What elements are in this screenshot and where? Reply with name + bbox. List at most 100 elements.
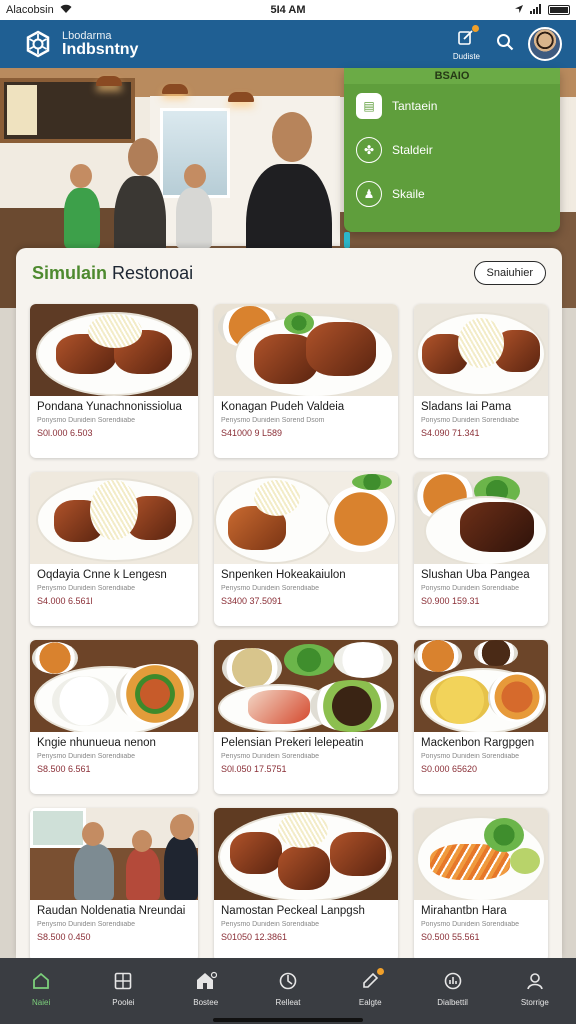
dish-price: S0.500 55.561	[421, 932, 480, 942]
nav-item-chart[interactable]: Dialbettil	[411, 958, 493, 1024]
bottom-nav: Naiei Poolei Bostee Relleat Ealgte Dialb…	[0, 958, 576, 1024]
dropdown-item-label: Skaile	[392, 187, 425, 201]
dish-price: S0l.000 6.503	[37, 428, 93, 438]
dish-card[interactable]: Namostan Peckeal Lanpgsh Penysmo Dunidei…	[214, 808, 398, 962]
dish-name: Mirahantbn Hara	[421, 905, 507, 917]
dropdown-title: BSAIO	[344, 68, 560, 84]
dish-image	[30, 640, 198, 732]
page-title: Simulain Restonoai	[32, 262, 194, 283]
scroll-indicator	[344, 232, 350, 248]
nav-label: Poolei	[112, 998, 135, 1007]
nav-item-grid[interactable]: Poolei	[82, 958, 164, 1024]
dropdown-item-label: Staldeir	[392, 143, 433, 157]
dish-card[interactable]: Konagan Pudeh Valdeia Penysmo Dunidein S…	[214, 304, 398, 458]
person-icon: ♟	[356, 181, 382, 207]
dish-card[interactable]: Mackenbon Rargpgen Ponysmo Dunidein Sore…	[414, 640, 548, 794]
dish-price: S0.000 65620	[421, 764, 478, 774]
nav-item-user[interactable]: Storrige	[494, 958, 576, 1024]
dish-name: Raudan Noldenatia Nreundai	[37, 905, 186, 917]
dish-card[interactable]: Mirahantbn Hara Ponysmo Dunidein Sorendi…	[414, 808, 548, 962]
store-icon	[195, 970, 217, 992]
dish-description: Penysmo Dunidein Sorendiiabe	[37, 753, 136, 760]
dish-price: S8.500 6.561	[37, 764, 91, 774]
nav-label: Naiei	[32, 998, 51, 1007]
brand-top: Lbodarma	[62, 29, 112, 42]
dish-price: S8.500 0.450	[37, 932, 91, 942]
target-icon	[277, 970, 299, 992]
calendar-icon: ▤	[356, 93, 382, 119]
dish-price: S41000 9 L589	[221, 428, 283, 438]
dish-card[interactable]: Kngie nhunueua nenon Penysmo Dunidein So…	[30, 640, 198, 794]
dish-card[interactable]: Pelensian Prekeri lelepeatin Penysmo Dun…	[214, 640, 398, 794]
search-icon	[496, 33, 514, 56]
menu-panel: Simulain Restonoai Snaiuhier Pondana Yun…	[16, 248, 562, 962]
dish-price: S4.000 6.561l	[37, 596, 93, 606]
dropdown-item-tantaein[interactable]: ▤ Tantaein	[344, 84, 560, 128]
dish-image	[30, 808, 198, 900]
dish-description: Penysmo Dunidein Sorendiiabe	[37, 921, 136, 928]
battery-icon	[548, 5, 570, 15]
wifi-icon	[60, 4, 72, 16]
edit-note-icon	[457, 24, 480, 51]
dish-description: Ponysmo Dunidein Sorendiiabe	[421, 753, 520, 760]
signal-icon	[530, 3, 542, 17]
location-icon	[514, 4, 524, 17]
search-button[interactable]	[496, 33, 514, 56]
dish-name: Sladans Iai Pama	[421, 401, 512, 413]
brand-bottom: Indbsntny	[62, 40, 139, 58]
dish-card[interactable]: Sladans Iai Pama Ponysmo Dunidein Sorend…	[414, 304, 548, 458]
dish-name: Namostan Peckeal Lanpgsh	[221, 905, 365, 917]
carrier-label: Alacobsin	[6, 4, 54, 16]
dish-name: Snpenken Hokeakaiulon	[221, 569, 346, 581]
dish-name: Mackenbon Rargpgen	[421, 737, 535, 749]
edit-icon	[359, 968, 385, 992]
dish-image	[214, 304, 398, 396]
dish-card[interactable]: Pondana Yunachnonissiolua Ponysmo Dunide…	[30, 304, 198, 458]
chart-icon	[442, 970, 464, 992]
dish-price: S0l.050 17.5751	[221, 764, 287, 774]
notify-button[interactable]: Dudiste	[452, 24, 480, 61]
nav-item-target[interactable]: Relleat	[247, 958, 329, 1024]
plant-icon: ✤	[356, 137, 382, 163]
action-button[interactable]: Snaiuhier	[473, 261, 546, 285]
profile-avatar[interactable]	[528, 27, 562, 61]
dish-image	[414, 640, 548, 732]
home-icon	[30, 970, 52, 992]
dish-image	[30, 472, 198, 564]
notify-label: Dudiste	[452, 51, 480, 61]
nav-item-edit[interactable]: Ealgte	[329, 958, 411, 1024]
dish-description: Penysmo Dunidein Sorendiiabe	[221, 753, 320, 760]
dish-name: Kngie nhunueua nenon	[37, 737, 156, 749]
dish-image	[414, 304, 548, 396]
dish-description: Penysmo Dunidein Sorendiiabe	[221, 921, 320, 928]
dish-card[interactable]: Slushan Uba Pangea Ponysmo Dunidein Sore…	[414, 472, 548, 626]
nav-item-store[interactable]: Bostee	[165, 958, 247, 1024]
brand-name: Lbodarma Indbsntny	[62, 29, 139, 58]
quick-menu-dropdown: BSAIO ▤ Tantaein ✤ Staldeir ♟ Skaile	[344, 68, 560, 232]
dropdown-item-label: Tantaein	[392, 99, 438, 113]
nav-item-home[interactable]: Naiei	[0, 958, 82, 1024]
dish-name: Pondana Yunachnonissiolua	[37, 401, 182, 413]
dish-image	[214, 640, 398, 732]
app-header: Lbodarma Indbsntny Dudiste	[0, 20, 576, 68]
nav-label: Relleat	[275, 998, 301, 1007]
dish-grid: Pondana Yunachnonissiolua Ponysmo Dunide…	[30, 304, 548, 962]
dish-description: Ponysmo Dunidein Sorendiiabe	[421, 921, 520, 928]
dish-name: Konagan Pudeh Valdeia	[221, 401, 345, 413]
dish-card[interactable]: Raudan Noldenatia Nreundai Penysmo Dunid…	[30, 808, 198, 962]
brand-logo-icon[interactable]	[22, 28, 54, 60]
nav-label: Bostee	[193, 998, 219, 1007]
dish-name: Oqdayia Cnne k Lengesn	[37, 569, 167, 581]
dish-description: Ponysmo Dunidein Sorendiiabe	[421, 417, 520, 424]
dish-card[interactable]: Oqdayia Cnne k Lengesn Penysmo Dunidein …	[30, 472, 198, 626]
dropdown-item-skaile[interactable]: ♟ Skaile	[344, 172, 560, 216]
user-icon	[524, 970, 546, 992]
dish-price: S0.900 159.31	[421, 596, 480, 606]
dish-price: S01050 12.3861	[221, 932, 288, 942]
dish-description: Penysmo Dunidein Sorend Dsom	[221, 417, 325, 424]
nav-label: Ealgte	[358, 998, 382, 1007]
dropdown-item-staldeir[interactable]: ✤ Staldeir	[344, 128, 560, 172]
dish-image	[214, 808, 398, 900]
dish-name: Slushan Uba Pangea	[421, 569, 530, 581]
dish-card[interactable]: Snpenken Hokeakaiulon Penysmo Dunidein S…	[214, 472, 398, 626]
